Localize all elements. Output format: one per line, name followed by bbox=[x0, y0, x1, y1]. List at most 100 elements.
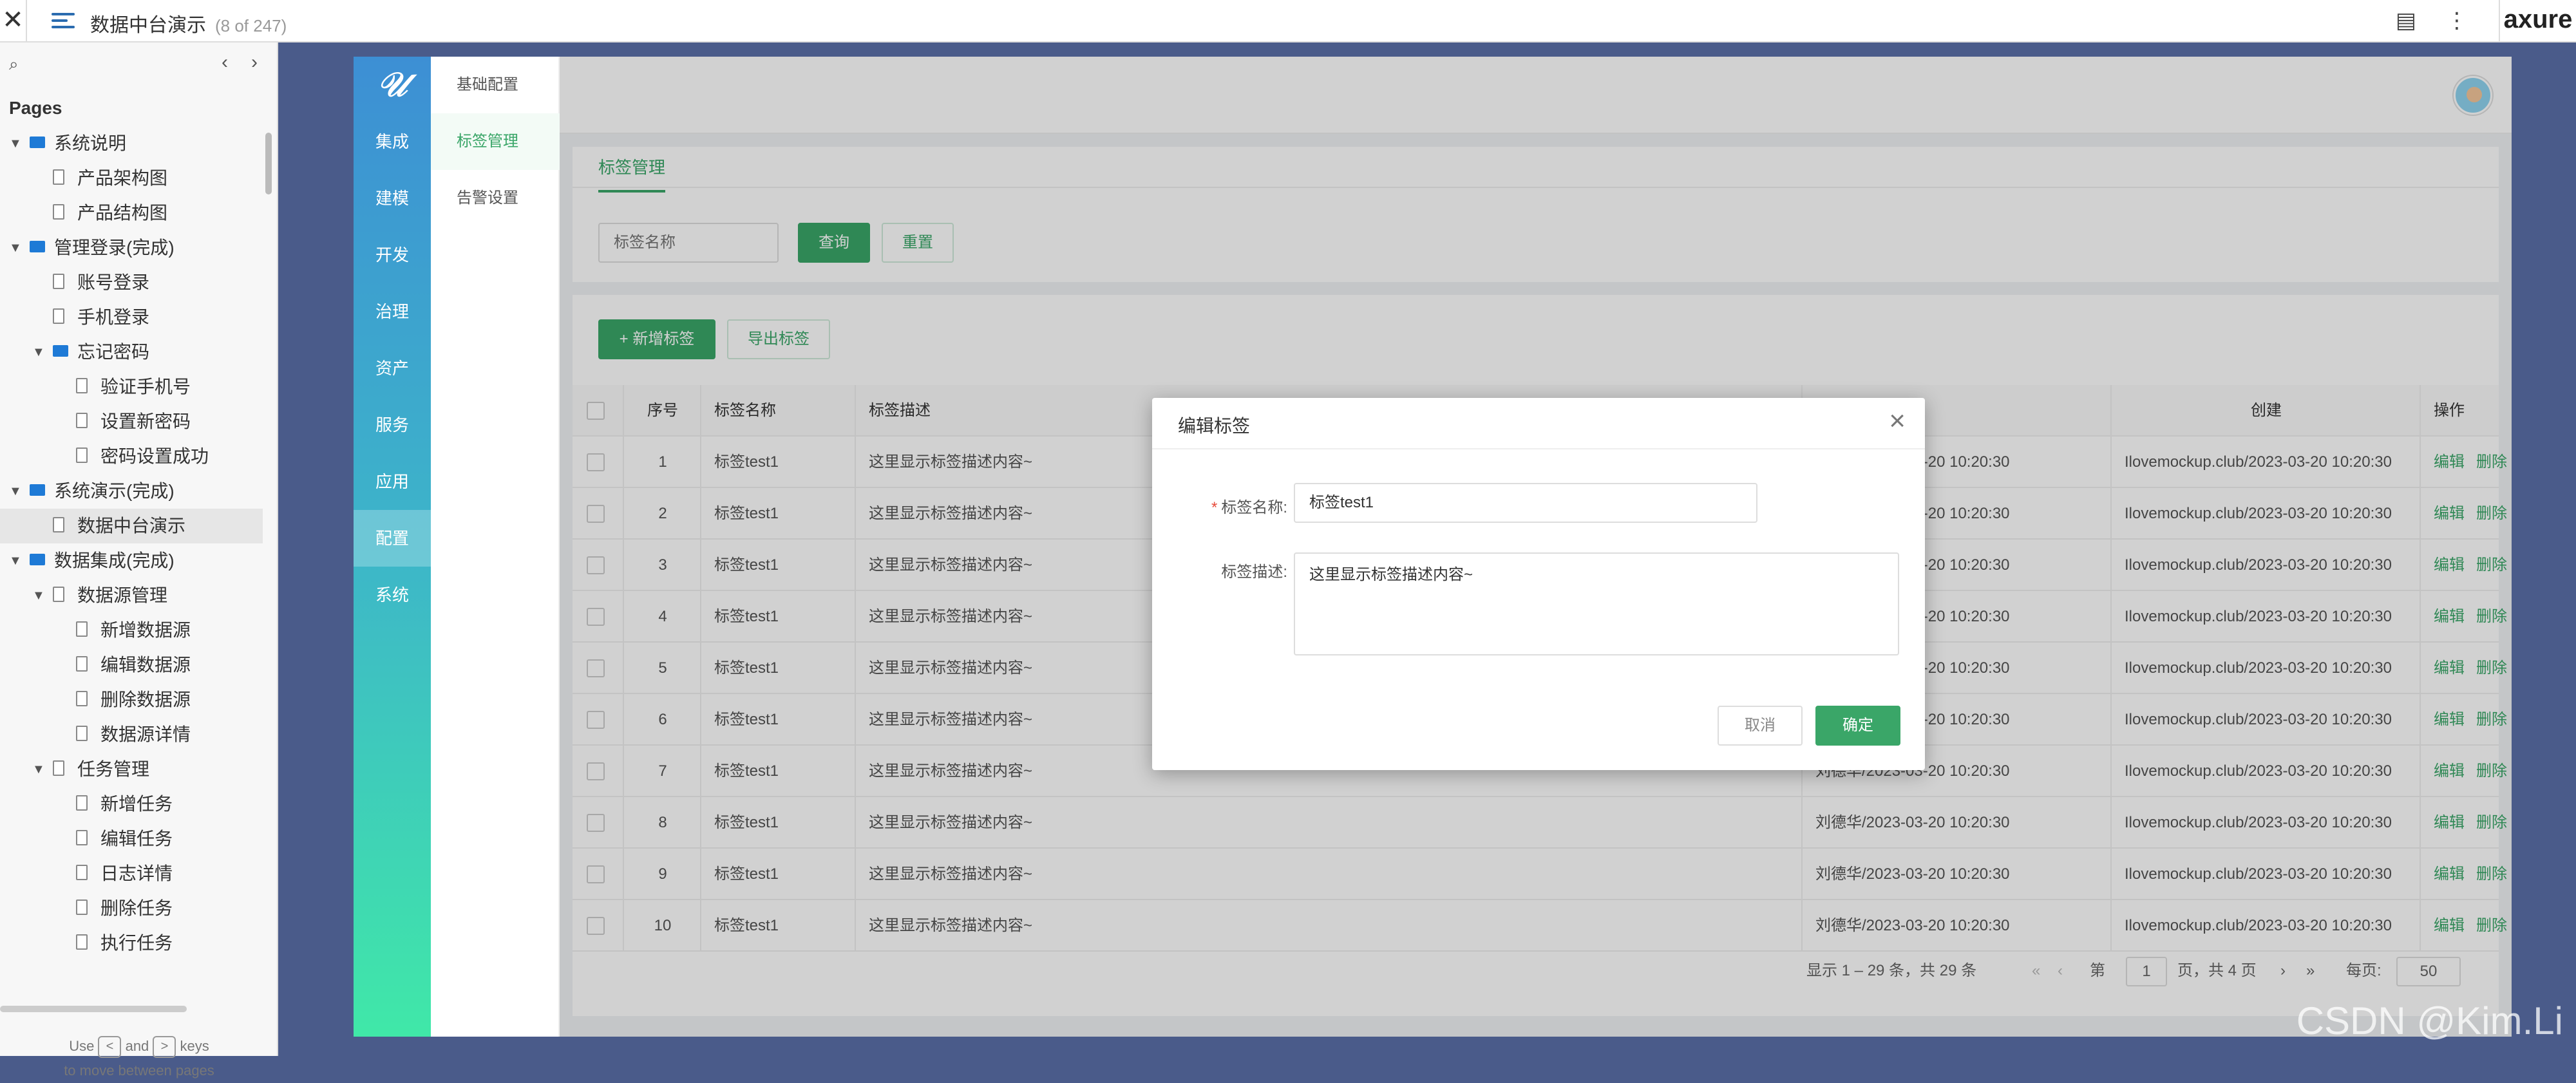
tree-item[interactable]: ▼ 管理登录(完成) bbox=[0, 231, 263, 265]
page-icon bbox=[53, 169, 64, 185]
primary-nav-item[interactable]: 服务 bbox=[354, 397, 431, 453]
page-icon bbox=[53, 760, 64, 776]
tree-item-label: 产品结构图 bbox=[77, 203, 168, 223]
next-page-icon[interactable]: › bbox=[251, 52, 258, 73]
page-icon bbox=[76, 899, 88, 915]
folder-icon bbox=[30, 137, 45, 148]
hint-keys: keys bbox=[180, 1038, 209, 1054]
edit-tag-dialog: 编辑标签 × * 标签名称: 标签test1 标签描述: 这里显示标签描述内容~ … bbox=[1152, 398, 1925, 770]
tree-item[interactable]: 产品架构图 bbox=[0, 161, 263, 196]
hint-and: and bbox=[125, 1038, 149, 1054]
page-icon bbox=[53, 517, 64, 532]
tree-item[interactable]: 新增任务 bbox=[0, 787, 263, 822]
tree-item-label: 删除任务 bbox=[100, 898, 173, 918]
page-icon bbox=[76, 830, 88, 845]
tree-item[interactable]: 编辑任务 bbox=[0, 822, 263, 856]
search-icon[interactable]: ⌕ bbox=[9, 54, 19, 75]
tree-item[interactable]: 新增数据源 bbox=[0, 613, 263, 648]
page-icon bbox=[76, 447, 88, 463]
tree-item[interactable]: ▼ 数据集成(完成) bbox=[0, 543, 263, 578]
secondary-nav-item[interactable]: 标签管理 bbox=[431, 113, 560, 170]
primary-nav-item[interactable]: 治理 bbox=[354, 283, 431, 340]
page-icon bbox=[53, 204, 64, 220]
tree-item[interactable]: ▼ 忘记密码 bbox=[0, 335, 263, 370]
tree-item-label: 系统演示(完成) bbox=[54, 481, 175, 501]
confirm-button[interactable]: 确定 bbox=[1815, 706, 1900, 746]
tree-item-label: 设置新密码 bbox=[100, 411, 191, 431]
expand-caret-icon[interactable]: ▼ bbox=[9, 231, 22, 265]
primary-nav-item[interactable]: 配置 bbox=[354, 510, 431, 567]
primary-nav-item[interactable]: 开发 bbox=[354, 227, 431, 283]
tree-item[interactable]: 密码设置成功 bbox=[0, 439, 263, 474]
tree-item[interactable]: ▼ 数据源管理 bbox=[0, 578, 263, 613]
tree-item-label: 任务管理 bbox=[77, 759, 150, 779]
secondary-nav-item[interactable]: 基础配置 bbox=[431, 57, 560, 113]
tree-item[interactable]: 删除任务 bbox=[0, 891, 263, 926]
folder-icon bbox=[30, 241, 45, 252]
tag-desc-textarea[interactable]: 这里显示标签描述内容~ bbox=[1294, 552, 1899, 655]
tree-item[interactable]: 数据中台演示 bbox=[0, 509, 263, 543]
expand-caret-icon[interactable]: ▼ bbox=[9, 126, 22, 161]
page-icon bbox=[76, 691, 88, 706]
primary-nav-item[interactable]: 资产 bbox=[354, 340, 431, 397]
expand-caret-icon[interactable]: ▼ bbox=[9, 543, 22, 578]
tree-item-label: 忘记密码 bbox=[77, 342, 150, 362]
keyboard-hint: Use < and > keys to move between pages bbox=[0, 1034, 278, 1083]
tree-item[interactable]: 日志详情 bbox=[0, 856, 263, 891]
cancel-button[interactable]: 取消 bbox=[1718, 706, 1803, 746]
tag-name-label: * 标签名称: bbox=[1152, 494, 1287, 517]
tree-item[interactable]: 设置新密码 bbox=[0, 404, 263, 439]
tree-item[interactable]: 删除数据源 bbox=[0, 683, 263, 717]
tree-item-label: 执行任务 bbox=[100, 933, 173, 953]
tree-item-label: 编辑数据源 bbox=[100, 655, 191, 675]
tree-item[interactable]: 产品结构图 bbox=[0, 196, 263, 231]
tree-item-label: 数据源详情 bbox=[100, 724, 191, 744]
tree-item[interactable]: 执行任务 bbox=[0, 926, 263, 961]
tree-item-label: 手机登录 bbox=[77, 307, 150, 327]
expand-caret-icon[interactable]: ▼ bbox=[32, 752, 45, 787]
more-icon[interactable]: ⋮ bbox=[2446, 8, 2468, 33]
tree-item[interactable]: 账号登录 bbox=[0, 265, 263, 300]
menu-icon[interactable] bbox=[52, 9, 75, 31]
tree-item[interactable]: 编辑数据源 bbox=[0, 648, 263, 683]
tree-item[interactable]: 验证手机号 bbox=[0, 370, 263, 404]
close-icon[interactable]: ✕ bbox=[0, 0, 27, 42]
tree-item-label: 验证手机号 bbox=[100, 377, 191, 397]
primary-nav-item[interactable]: 建模 bbox=[354, 170, 431, 227]
tree-item[interactable]: 手机登录 bbox=[0, 300, 263, 335]
tag-name-field[interactable]: 标签test1 bbox=[1294, 483, 1757, 523]
tree-item[interactable]: 数据源详情 bbox=[0, 717, 263, 752]
close-icon[interactable]: × bbox=[1889, 407, 1906, 435]
dialog-divider bbox=[1152, 448, 1925, 449]
brand-logo: axure bbox=[2499, 0, 2576, 42]
page-icon bbox=[53, 308, 64, 324]
page-icon bbox=[76, 621, 88, 637]
tree-item-label: 新增任务 bbox=[100, 794, 173, 814]
primary-nav-item[interactable]: 集成 bbox=[354, 113, 431, 170]
page-icon bbox=[76, 865, 88, 880]
tree-item-label: 产品架构图 bbox=[77, 168, 168, 188]
tree-item[interactable]: ▼ 任务管理 bbox=[0, 752, 263, 787]
primary-nav-item[interactable]: 应用 bbox=[354, 453, 431, 510]
expand-caret-icon[interactable]: ▼ bbox=[32, 335, 45, 370]
expand-caret-icon[interactable]: ▼ bbox=[32, 578, 45, 613]
primary-nav-item[interactable]: 系统 bbox=[354, 567, 431, 623]
page-icon bbox=[76, 656, 88, 672]
prev-page-icon[interactable]: ‹ bbox=[222, 52, 228, 73]
hint-line2: to move between pages bbox=[64, 1062, 214, 1078]
page-icon bbox=[53, 274, 64, 289]
tree-item[interactable]: ▼ 系统演示(完成) bbox=[0, 474, 263, 509]
vertical-scrollbar[interactable] bbox=[265, 133, 272, 194]
page-tree: ▼ 系统说明产品架构图产品结构图 ▼ 管理登录(完成) 账号登录手机登录 ▼ 忘记密码验证手… bbox=[0, 126, 263, 961]
app-logo: 𝒰 bbox=[377, 66, 408, 104]
tree-item-label: 编辑任务 bbox=[100, 829, 173, 849]
secondary-nav-item[interactable]: 告警设置 bbox=[431, 170, 560, 227]
tree-item-label: 删除数据源 bbox=[100, 690, 191, 710]
folder-icon bbox=[30, 554, 45, 565]
tree-item-label: 数据集成(完成) bbox=[54, 551, 175, 570]
hint-use: Use bbox=[69, 1038, 95, 1054]
notes-icon[interactable]: ▤ bbox=[2396, 8, 2416, 33]
horizontal-scrollbar[interactable] bbox=[0, 1006, 187, 1012]
expand-caret-icon[interactable]: ▼ bbox=[9, 474, 22, 509]
tree-item[interactable]: ▼ 系统说明 bbox=[0, 126, 263, 161]
